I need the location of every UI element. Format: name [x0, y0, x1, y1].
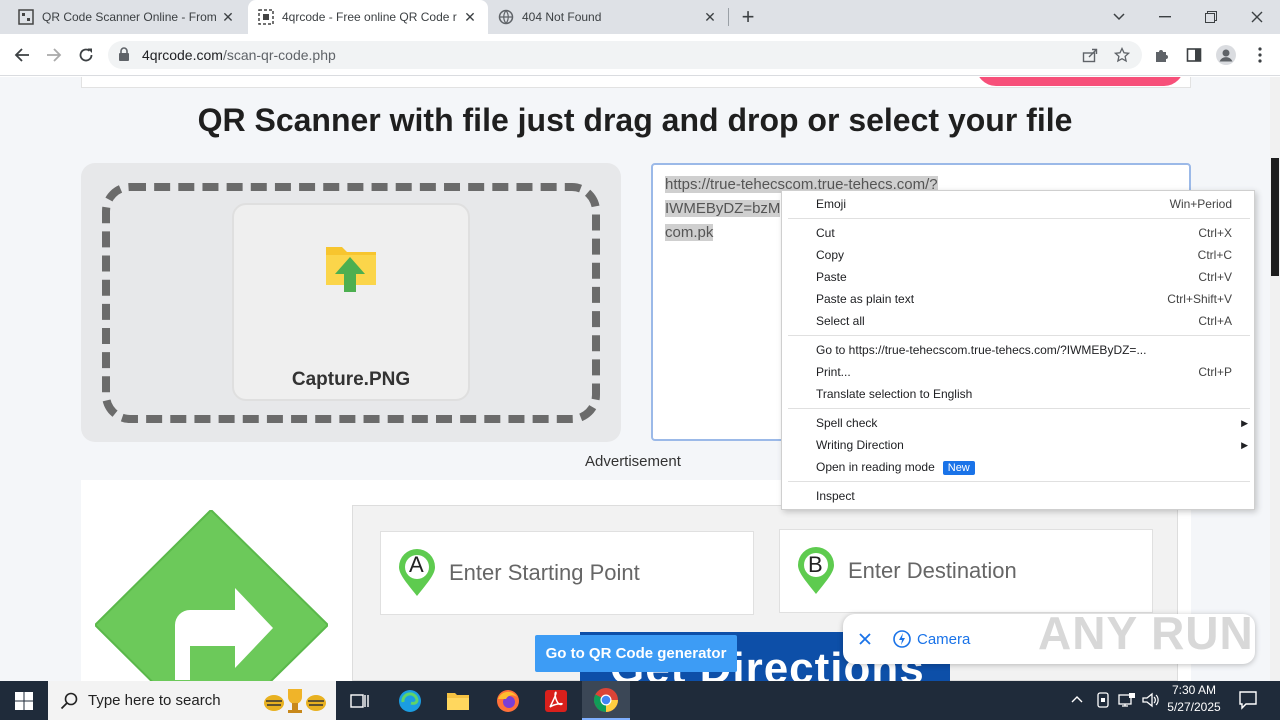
task-view-icon[interactable]: [336, 681, 384, 720]
qr-favicon-icon: [258, 9, 274, 25]
tab-search-chevron-icon[interactable]: [1096, 0, 1142, 34]
minimize-icon[interactable]: [1142, 0, 1188, 34]
page-title: QR Scanner with file just drag and drop …: [197, 102, 1073, 138]
tab-404[interactable]: 404 Not Found ✕: [488, 0, 728, 34]
network-icon[interactable]: [1118, 692, 1136, 713]
new-tab-icon[interactable]: +: [736, 4, 760, 30]
chrome-taskbar-icon[interactable]: [582, 681, 630, 720]
menu-item-reading-mode[interactable]: Open in reading mode New: [782, 456, 1256, 478]
context-menu: Emoji Win+Period Cut Ctrl+X Copy Ctrl+C Pas…: [781, 190, 1255, 510]
marker-b-letter: B: [808, 552, 823, 577]
menu-item-goto-link[interactable]: Go to https://true-tehecscom.true-tehecs…: [782, 339, 1256, 361]
submenu-arrow-icon: ▶: [1241, 417, 1248, 428]
menu-item-cut[interactable]: Cut Ctrl+X: [782, 222, 1256, 244]
menu-item-emoji[interactable]: Emoji Win+Period: [782, 193, 1256, 215]
qr-generator-button[interactable]: Go to QR Code generator: [535, 635, 737, 672]
tab-divider: [728, 8, 729, 26]
qr-favicon-icon: [18, 9, 34, 25]
start-point-field[interactable]: A Enter Starting Point: [380, 531, 754, 615]
marker-a-letter: A: [409, 552, 424, 577]
globe-icon: [498, 9, 514, 25]
tray-device-icon[interactable]: [1096, 692, 1110, 713]
destination-field[interactable]: B Enter Destination: [779, 529, 1153, 613]
folder-upload-icon: [325, 241, 377, 298]
menu-item-spell-check[interactable]: Spell check ▶: [782, 412, 1256, 434]
tab-title: QR Code Scanner Online - From: [42, 10, 217, 24]
close-tab-icon[interactable]: ✕: [220, 9, 236, 26]
url-path: /scan-qr-code.php: [222, 47, 336, 63]
share-icon[interactable]: [1078, 42, 1102, 68]
tab-4qrcode-active[interactable]: 4qrcode - Free online QR Code r ✕: [248, 0, 488, 34]
tab-qr-scanner[interactable]: QR Code Scanner Online - From ✕: [8, 0, 246, 34]
menu-item-translate[interactable]: Translate selection to English: [782, 383, 1256, 405]
menu-separator: [788, 218, 1250, 219]
tab-title: 4qrcode - Free online QR Code r: [282, 10, 457, 24]
result-line-2: IWMEByDZ=bzM: [665, 200, 781, 217]
search-placeholder: Type here to search: [88, 692, 221, 709]
acrobat-reader-icon[interactable]: [532, 681, 580, 720]
tray-chevron-icon[interactable]: [1070, 692, 1084, 711]
profile-avatar-icon[interactable]: [1214, 42, 1238, 68]
firefox-icon[interactable]: [484, 681, 532, 720]
tab-title: 404 Not Found: [522, 10, 602, 24]
close-tab-icon[interactable]: ✕: [462, 9, 478, 26]
file-name: Capture.PNG: [291, 369, 411, 390]
header-button-fragment[interactable]: [976, 77, 1184, 86]
url-domain: 4qrcode.com: [142, 47, 223, 63]
menu-item-copy[interactable]: Copy Ctrl+C: [782, 244, 1256, 266]
menu-item-print[interactable]: Print... Ctrl+P: [782, 361, 1256, 383]
extensions-puzzle-icon[interactable]: [1150, 42, 1174, 68]
menu-kebab-icon[interactable]: [1248, 42, 1272, 68]
search-icon: [60, 692, 78, 715]
menu-item-inspect[interactable]: Inspect: [782, 485, 1256, 507]
lock-icon[interactable]: [118, 47, 130, 66]
submenu-arrow-icon: ▶: [1241, 439, 1248, 450]
result-line-3: com.pk: [665, 224, 714, 241]
reading-mode-label: Open in reading mode: [816, 460, 935, 474]
taskbar-search-box[interactable]: Type here to search: [48, 681, 336, 720]
menu-separator: [788, 335, 1250, 336]
volume-icon[interactable]: [1142, 692, 1160, 713]
taskbar-clock[interactable]: 7:30 AM 5/27/2025: [1162, 682, 1226, 716]
camera-button[interactable]: Camera: [917, 631, 970, 648]
menu-separator: [788, 481, 1250, 482]
start-point-placeholder: Enter Starting Point: [449, 560, 640, 585]
menu-item-select-all[interactable]: Select all Ctrl+A: [782, 310, 1256, 332]
camera-flash-icon: [893, 630, 911, 648]
back-icon[interactable]: [10, 42, 34, 68]
reload-icon[interactable]: [74, 42, 98, 68]
anyrun-watermark: ANY RUN: [1038, 607, 1254, 659]
new-badge: New: [942, 461, 975, 475]
menu-item-paste[interactable]: Paste Ctrl+V: [782, 266, 1256, 288]
notification-icon[interactable]: [1238, 690, 1258, 715]
destination-placeholder: Enter Destination: [848, 558, 1017, 583]
menu-item-paste-plain[interactable]: Paste as plain text Ctrl+Shift+V: [782, 288, 1256, 310]
forward-icon[interactable]: [42, 42, 66, 68]
windows-start-icon[interactable]: [0, 681, 48, 720]
restore-icon[interactable]: [1188, 0, 1234, 34]
advertisement-label: Advertisement: [585, 453, 681, 470]
clock-date: 5/27/2025: [1167, 700, 1221, 714]
side-panel-icon[interactable]: [1182, 42, 1206, 68]
scrollbar-thumb[interactable]: [1271, 158, 1279, 276]
url-text[interactable]: 4qrcode.com/scan-qr-code.php: [142, 47, 336, 63]
close-camera-icon[interactable]: [859, 633, 871, 645]
bookmark-star-icon[interactable]: [1110, 42, 1134, 68]
search-highlight-icon: [258, 685, 330, 720]
file-explorer-icon[interactable]: [434, 681, 482, 720]
menu-item-writing-direction[interactable]: Writing Direction ▶: [782, 434, 1256, 456]
close-window-icon[interactable]: [1234, 0, 1280, 34]
edge-browser-icon[interactable]: [386, 681, 434, 720]
clock-time: 7:30 AM: [1171, 683, 1217, 697]
menu-separator: [788, 408, 1250, 409]
close-tab-icon[interactable]: ✕: [702, 9, 718, 26]
